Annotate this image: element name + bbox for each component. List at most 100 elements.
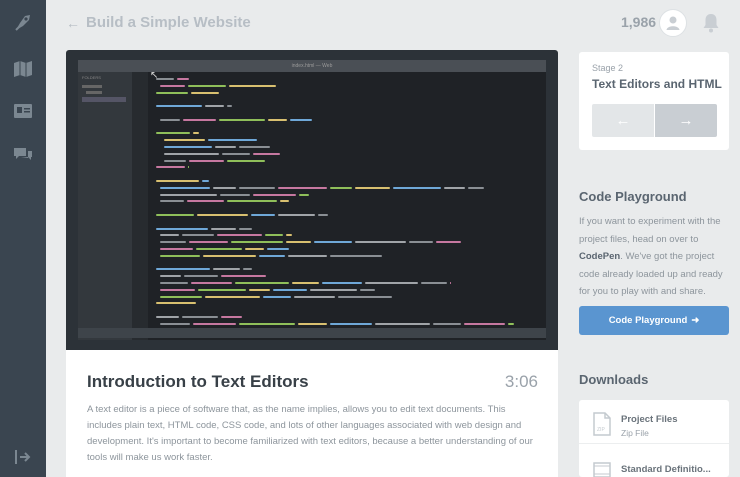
code-line-segment — [330, 254, 382, 257]
code-line-segment — [288, 254, 327, 257]
code-line-segment — [183, 118, 216, 121]
code-line-segment — [330, 322, 372, 325]
code-line-segment — [421, 282, 447, 284]
code-line-segment — [286, 241, 311, 244]
codepen-link[interactable]: CodePen — [579, 251, 620, 262]
code-line-segment — [259, 254, 285, 257]
code-line-segment — [243, 268, 252, 271]
code-line-segment — [197, 214, 248, 216]
code-line-segment — [156, 227, 208, 230]
code-line-segment — [292, 282, 319, 284]
code-line-segment — [278, 186, 327, 189]
lesson-duration: 3:06 — [504, 372, 538, 391]
code-line-segment — [208, 139, 257, 142]
code-line-segment — [160, 322, 190, 325]
rocket-icon[interactable] — [10, 12, 36, 34]
code-playground-button[interactable]: Code Playground ➜ — [579, 306, 729, 335]
code-line-segment — [160, 186, 210, 189]
code-line-segment — [433, 322, 461, 325]
lesson-description: A text editor is a piece of software tha… — [87, 404, 533, 463]
stage-card: Stage 2 Text Editors and HTML ← → — [579, 52, 729, 150]
back-link-label: Build a Simple Website — [86, 14, 251, 31]
mouse-cursor-icon: ↖ — [150, 70, 159, 81]
code-line-segment — [164, 146, 212, 148]
code-line-segment — [160, 193, 217, 196]
code-line-segment — [184, 275, 218, 278]
download-item[interactable]: Standard Definitio... — [579, 444, 729, 477]
code-line-segment — [191, 91, 219, 94]
code-line-segment — [188, 166, 189, 169]
editor-folder-pane: FOLDERS — [78, 72, 132, 340]
code-line-segment — [156, 132, 190, 135]
code-line-segment — [198, 288, 246, 291]
code-line-segment — [468, 186, 484, 189]
code-line-segment — [160, 254, 200, 257]
code-line-segment — [231, 241, 283, 244]
code-line-segment — [280, 200, 289, 203]
code-line-segment — [164, 139, 205, 142]
code-line-segment — [227, 105, 232, 108]
code-line-segment — [156, 105, 202, 108]
download-item[interactable]: ZIP Project Files Zip File — [579, 400, 729, 444]
code-line-segment — [360, 288, 375, 291]
code-line-segment — [189, 159, 224, 162]
user-icon — [666, 16, 680, 30]
back-link[interactable]: ← Build a Simple Website — [66, 14, 251, 31]
downloads-heading: Downloads — [579, 372, 649, 387]
code-line-segment — [177, 78, 189, 80]
bell-icon[interactable] — [701, 12, 721, 39]
points-count: 1,986 — [621, 14, 657, 30]
chat-icon[interactable] — [10, 144, 36, 166]
code-line-segment — [160, 275, 181, 278]
code-line-segment — [160, 295, 202, 298]
code-line-segment — [294, 295, 335, 298]
code-line-segment — [156, 180, 199, 182]
profile-card-icon[interactable] — [10, 100, 36, 122]
download-item-type: Zip File — [621, 428, 649, 438]
code-line-segment — [222, 152, 250, 155]
code-line-segment — [298, 322, 327, 325]
code-line-segment — [290, 118, 312, 121]
editor-status-bar — [78, 328, 546, 338]
code-line-segment — [156, 78, 174, 80]
code-line-segment — [268, 118, 287, 121]
code-line-segment — [253, 193, 296, 196]
code-line-segment — [239, 322, 295, 325]
code-line-segment — [278, 214, 315, 216]
code-line-segment — [330, 186, 352, 189]
code-line-segment — [156, 166, 185, 169]
code-line-segment — [464, 322, 505, 325]
stage-name[interactable]: Text Editors and HTML — [592, 77, 722, 91]
code-line-segment — [265, 234, 283, 237]
code-line-segment — [251, 214, 275, 216]
editor-title-bar: index.html — Web — [78, 60, 546, 72]
code-line-segment — [213, 186, 236, 189]
video-player[interactable]: index.html — Web FOLDERS ↖ — [66, 50, 558, 350]
sign-out-icon[interactable] — [10, 446, 36, 468]
avatar[interactable] — [659, 9, 687, 37]
code-line-segment — [205, 105, 224, 108]
code-line-segment — [239, 186, 275, 189]
stage-label: Stage 2 — [592, 63, 624, 73]
code-line-segment — [249, 288, 270, 291]
code-line-segment — [203, 254, 256, 257]
code-line-segment — [191, 282, 232, 284]
code-line-segment — [310, 288, 357, 291]
code-line-segment — [156, 268, 210, 271]
arrow-left-icon: ← — [66, 14, 80, 31]
code-line-segment — [299, 193, 309, 196]
code-line-segment — [227, 200, 277, 203]
map-icon[interactable] — [10, 58, 36, 80]
arrow-left-icon: ← — [615, 112, 631, 129]
code-line-segment — [409, 241, 433, 244]
next-video-button[interactable]: → — [655, 104, 717, 137]
code-line-segment — [205, 295, 260, 298]
folders-label: FOLDERS — [82, 75, 101, 80]
code-line-segment — [160, 282, 188, 284]
code-line-segment — [239, 227, 252, 230]
previous-video-button[interactable]: ← — [592, 104, 654, 137]
code-line-segment — [196, 248, 242, 250]
code-line-segment — [160, 288, 195, 291]
code-line-segment — [273, 288, 307, 291]
code-line-segment — [444, 186, 465, 189]
